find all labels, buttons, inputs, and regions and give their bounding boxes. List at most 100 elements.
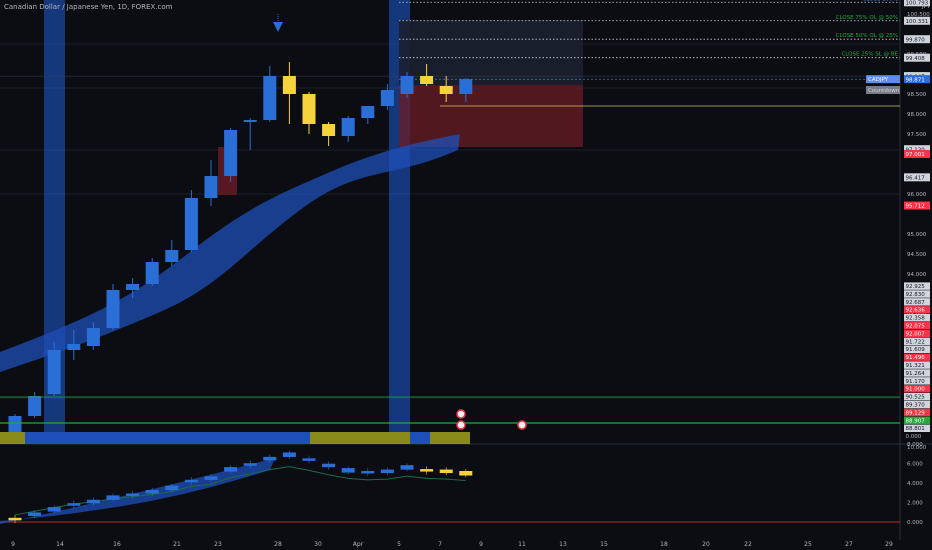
session-bar-segment xyxy=(430,432,470,444)
event-marker-icon xyxy=(517,420,527,430)
chart-canvas[interactable]: CLOSE 100% CLOSE 75% OL @ 50% CLOSE 50% OL… xyxy=(0,0,932,550)
level-tag-label: 92.925 xyxy=(906,284,926,290)
candle-body xyxy=(341,118,355,136)
level-tag-label: 90.525 xyxy=(906,395,926,401)
trade-level-label: CLOSE 50% OL @ 25% xyxy=(836,33,898,39)
trade-level-label: CLOSE 100% xyxy=(863,0,898,2)
trade-level-label: CLOSE 25% SL @ BE xyxy=(841,52,898,58)
price-tick-label: 94.000 xyxy=(907,272,927,278)
x-tick-label: 20 xyxy=(702,541,710,548)
x-tick-label: 27 xyxy=(845,541,853,548)
price-tag-label: 95.712 xyxy=(906,204,925,210)
trade-level-label: CLOSE 75% OL @ 50% xyxy=(836,15,898,21)
price-tick-label: 94.500 xyxy=(907,252,927,258)
level-tag-label: 92.358 xyxy=(906,316,926,322)
level-tag-label: 91.321 xyxy=(906,363,925,369)
level-tag-label: 91.000 xyxy=(906,387,926,393)
level-tag-label: 91.170 xyxy=(906,379,926,385)
x-tick-label: 21 xyxy=(173,541,181,548)
symbol-title: Canadian Dollar / Japanese Yen, 1D, FORE… xyxy=(4,3,173,11)
level-tag-label: 88.907 xyxy=(906,418,926,424)
x-tick-label: 5 xyxy=(397,541,401,548)
symbol-tag-label: CADJPY xyxy=(868,77,889,83)
candle-body xyxy=(106,290,120,328)
oscillator-tick-label: 2.000 xyxy=(907,501,923,507)
x-tick-label: 15 xyxy=(600,541,608,548)
session-bar-segment xyxy=(25,432,310,444)
oscillator-tick-label: 0.000 xyxy=(907,520,923,526)
candle-body xyxy=(243,120,257,122)
candle xyxy=(47,342,61,396)
price-tick-label: 98.000 xyxy=(907,112,927,118)
level-tag-label: 92.830 xyxy=(906,292,926,298)
candle-body xyxy=(400,76,414,94)
price-tick-label: 97.500 xyxy=(907,132,927,138)
candle xyxy=(145,258,159,286)
level-tag-label: 92.687 xyxy=(906,300,926,306)
oscillator-tick-label: 4.000 xyxy=(907,481,923,487)
level-tag-label: 91.609 xyxy=(906,347,926,353)
session-bar-segment xyxy=(310,432,410,444)
x-tick-label: 25 xyxy=(804,541,812,548)
x-tick-label: 23 xyxy=(214,541,222,548)
candle-body xyxy=(224,130,238,176)
candle-body xyxy=(263,76,277,120)
level-tag-label: 89.370 xyxy=(906,403,926,409)
candle xyxy=(106,284,120,330)
candle-body xyxy=(47,350,61,394)
session-bar-segment xyxy=(0,432,25,444)
candle-body xyxy=(439,86,453,94)
x-tick-label: 13 xyxy=(559,541,567,548)
x-tick-label: 11 xyxy=(518,541,526,548)
level-tag-label: 88.801 xyxy=(906,426,925,432)
candle-body xyxy=(420,76,434,84)
candle-body xyxy=(184,198,198,250)
level-tag-label: 92.075 xyxy=(906,324,926,330)
candle-body xyxy=(361,106,375,118)
price-tag-label: 100.793 xyxy=(906,0,929,6)
price-tag-label: 100.331 xyxy=(906,19,929,25)
x-tick-label: 16 xyxy=(113,541,121,548)
x-tick-label: 22 xyxy=(744,541,752,548)
countdown-tag-label: Countdown xyxy=(868,88,900,94)
price-tag-label: 96.417 xyxy=(906,176,926,182)
price-tick-label: 98.500 xyxy=(907,92,927,98)
level-tag-label: 92.007 xyxy=(906,331,926,337)
x-tick-label: 14 xyxy=(56,541,64,548)
level-tag-label: 0.000 xyxy=(906,434,922,440)
x-tick-label: 28 xyxy=(274,541,282,548)
price-tag-label: 98.871 xyxy=(906,77,925,83)
candle-body xyxy=(302,94,316,124)
risk-zone xyxy=(399,85,583,147)
candle xyxy=(224,128,238,182)
candle-body xyxy=(145,262,159,284)
event-marker-icon xyxy=(456,409,466,419)
candle-body xyxy=(322,124,336,136)
price-tag-label: 99.408 xyxy=(906,56,926,62)
x-tick-label: 30 xyxy=(314,541,322,548)
candle-body xyxy=(165,250,179,262)
oscillator-tick-label: 8.000 xyxy=(907,442,923,448)
event-marker-icon xyxy=(456,420,466,430)
candle-body xyxy=(282,76,296,94)
oscillator-tick-label: 6.000 xyxy=(907,462,923,468)
x-tick-label: 18 xyxy=(660,541,668,548)
level-tag-label: 89.129 xyxy=(906,410,926,416)
level-tag-label: 91.264 xyxy=(906,371,926,377)
level-tag-label: 91.496 xyxy=(906,355,926,361)
candle-body xyxy=(459,79,473,94)
session-bar-segment xyxy=(410,432,430,444)
x-tick-label: 9 xyxy=(479,541,483,548)
candle-body xyxy=(28,396,42,416)
price-tick-label: 95.000 xyxy=(907,232,927,238)
x-tick-label: 9 xyxy=(11,541,15,548)
level-tag-label: 92.636 xyxy=(906,308,926,314)
candle-body xyxy=(126,284,140,290)
x-tick-label: Apr xyxy=(353,541,364,548)
candle-body xyxy=(67,344,81,350)
price-tag-label: 99.870 xyxy=(906,37,926,43)
level-tag-label: 91.722 xyxy=(906,339,925,345)
x-tick-label: 7 xyxy=(438,541,442,548)
candle-body xyxy=(204,176,218,198)
price-tick-label: 96.000 xyxy=(907,192,927,198)
